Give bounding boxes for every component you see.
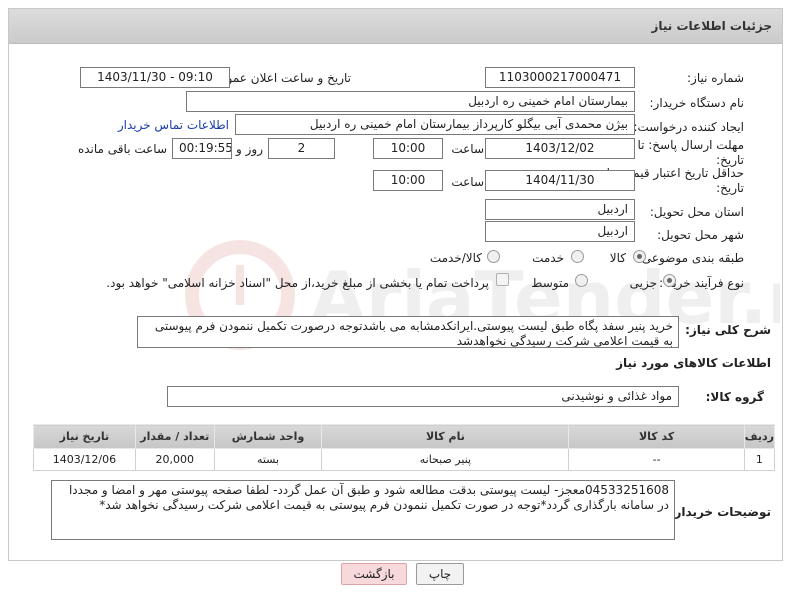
cell-need-date: 1403/12/06 xyxy=(33,448,136,471)
buyer-notes-field: 04533251608معجز- لیست پیوستی بدقت مطالعه… xyxy=(51,480,675,540)
treasury-payment-note: پرداخت تمام یا بخشی از مبلغ خرید،از محل … xyxy=(106,276,489,290)
category-radio-goods-service[interactable] xyxy=(487,250,500,263)
buyer-org-label: نام دستگاه خریدار: xyxy=(649,96,745,110)
category-radio-goods[interactable] xyxy=(633,250,646,263)
delivery-province-field: اردبیل xyxy=(485,199,635,220)
cell-item-code: -- xyxy=(568,448,745,471)
deadline-days-label: روز و xyxy=(236,142,263,156)
category-option-goods: کالا xyxy=(609,251,626,265)
items-table: تاریخ نیاز تعداد / مقدار واحد شمارش نام … xyxy=(33,424,776,471)
purchase-type-radio-minor[interactable] xyxy=(663,274,676,287)
category-label: طبقه بندی موضوعی: xyxy=(637,251,744,265)
treasury-payment-checkbox[interactable] xyxy=(496,273,509,286)
goods-group-field: مواد غذائی و نوشیدنی xyxy=(167,386,679,407)
deadline-label-line2: تاریخ: xyxy=(716,153,744,167)
buyer-contact-link[interactable]: اطلاعات تماس خریدار xyxy=(118,118,229,132)
col-row-number: ردیف xyxy=(743,424,776,449)
need-number-field: 1103000217000471 xyxy=(485,67,635,88)
purchase-type-option-medium: متوسط xyxy=(531,276,569,290)
deadline-date-field: 1403/12/02 xyxy=(485,138,635,159)
cell-row-number: 1 xyxy=(743,448,776,471)
panel-header: جزئیات اطلاعات نیاز xyxy=(9,9,782,44)
table-header-row: تاریخ نیاز تعداد / مقدار واحد شمارش نام … xyxy=(33,424,776,449)
description-label: شرح کلی نیاز: xyxy=(685,323,771,337)
deadline-time-label: ساعت xyxy=(451,142,484,156)
back-button[interactable]: بازگشت xyxy=(341,563,407,585)
delivery-city-field: اردبیل xyxy=(485,221,635,242)
delivery-city-label: شهر محل تحویل: xyxy=(657,228,744,242)
category-option-goods-service: کالا/خدمت xyxy=(429,251,482,265)
purchase-type-radio-medium[interactable] xyxy=(575,274,588,287)
category-radio-service[interactable] xyxy=(571,250,584,263)
requester-label: ایجاد کننده درخواست: xyxy=(633,120,744,134)
announce-datetime-field: 1403/11/30 - 09:10 xyxy=(80,67,230,88)
remaining-time-label: ساعت باقی مانده xyxy=(77,142,167,156)
delivery-province-label: استان محل تحویل: xyxy=(649,205,744,219)
print-button[interactable]: چاپ xyxy=(416,563,464,585)
col-unit: واحد شمارش xyxy=(213,424,323,449)
col-quantity: تعداد / مقدار xyxy=(134,424,215,449)
cell-quantity: 20,000 xyxy=(134,448,215,471)
requester-field: بیژن محمدی آبی بیگلو کارپرداز بیمارستان … xyxy=(235,114,635,135)
goods-group-label: گروه کالا: xyxy=(705,390,764,404)
col-item-code: کد کالا xyxy=(568,424,745,449)
deadline-time-field: 10:00 xyxy=(373,138,443,159)
buyer-notes-label: توضیحات خریدار: xyxy=(669,505,771,519)
goods-section-title: اطلاعات کالاهای مورد نیاز xyxy=(616,356,771,370)
table-row: 1403/12/06 20,000 بسته پنیر صبحانه -- 1 xyxy=(33,448,776,471)
price-validity-date-field: 1404/11/30 xyxy=(485,170,635,191)
deadline-days-field: 2 xyxy=(268,138,335,159)
price-validity-time-label: ساعت xyxy=(451,175,484,189)
need-number-label: شماره نیاز: xyxy=(687,71,744,85)
remaining-time-field: 00:19:55 xyxy=(172,138,232,159)
cell-item-name: پنیر صبحانه xyxy=(321,448,570,471)
price-validity-label-line2: تاریخ: xyxy=(716,181,744,195)
category-option-service: خدمت xyxy=(532,251,564,265)
description-field: خرید پنیر سفد پگاه طبق لیست پیوستی.ایران… xyxy=(137,316,679,348)
purchase-type-option-minor: جزیی xyxy=(629,276,657,290)
price-validity-time-field: 10:00 xyxy=(373,170,443,191)
col-need-date: تاریخ نیاز xyxy=(33,424,136,449)
cell-unit: بسته xyxy=(213,448,323,471)
page-title: جزئیات اطلاعات نیاز xyxy=(651,19,772,33)
col-item-name: نام کالا xyxy=(321,424,570,449)
deadline-label-line1: مهلت ارسال پاسخ: تا xyxy=(637,138,744,152)
buyer-org-field: بیمارستان امام خمینی ره اردبیل xyxy=(186,91,635,112)
